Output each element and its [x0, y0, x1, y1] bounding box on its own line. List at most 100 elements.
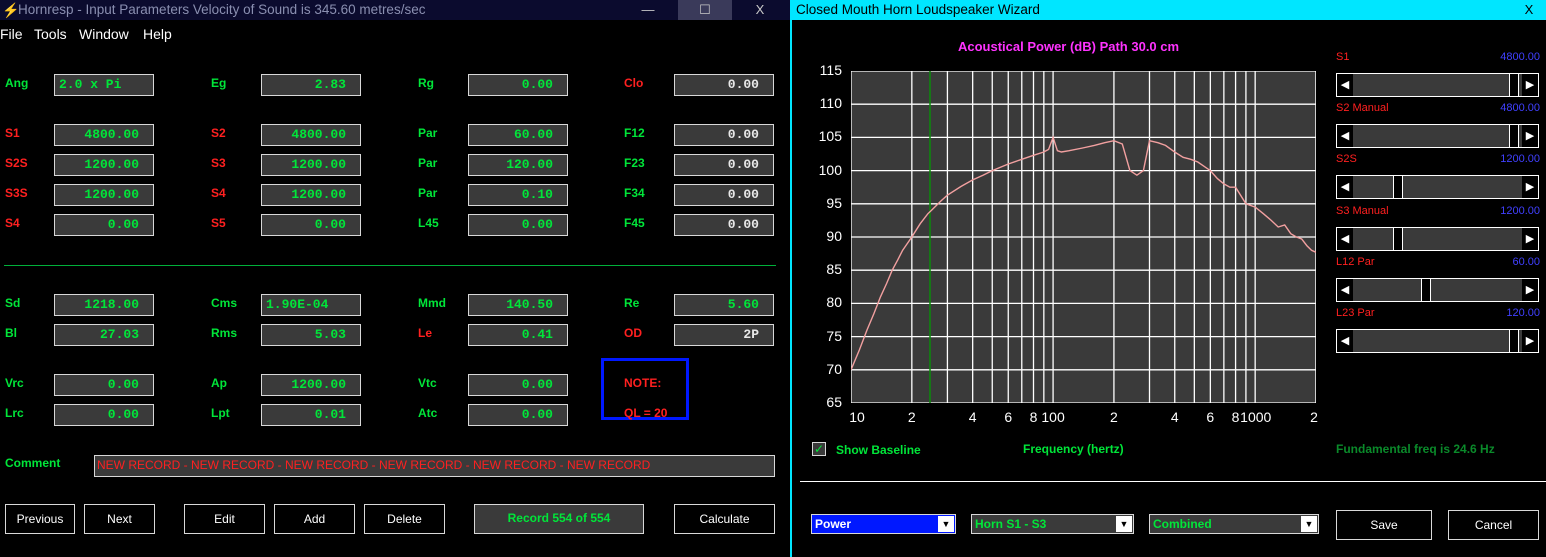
param-label: S2	[211, 126, 226, 140]
x-tick-label: 4	[1170, 409, 1179, 425]
combination-dropdown[interactable]: Combined ▼	[1149, 514, 1319, 534]
delete-button[interactable]: Delete	[364, 504, 445, 534]
horn-segment-dropdown[interactable]: Horn S1 - S3 ▼	[971, 514, 1134, 534]
slider-thumb[interactable]	[1421, 279, 1432, 301]
calculate-button[interactable]: Calculate	[674, 504, 775, 534]
param-label: Sd	[5, 296, 21, 310]
param-field-f12[interactable]: 0.00	[674, 124, 774, 146]
param-field-sd[interactable]: 1218.00	[54, 294, 154, 316]
save-button[interactable]: Save	[1336, 510, 1432, 540]
param-field-re[interactable]: 5.60	[674, 294, 774, 316]
param-label: Cms	[211, 296, 238, 310]
param-field-ap[interactable]: 1200.00	[261, 374, 361, 396]
param-field-par1[interactable]: 60.00	[468, 124, 568, 146]
param-field-s3s[interactable]: 1200.00	[54, 184, 154, 206]
param-field-f45[interactable]: 0.00	[674, 214, 774, 236]
edit-button[interactable]: Edit	[184, 504, 265, 534]
chevron-right-icon[interactable]: ▶	[1522, 176, 1538, 198]
chevron-left-icon[interactable]: ◀	[1337, 176, 1353, 198]
param-field-s2s[interactable]: 1200.00	[54, 154, 154, 176]
show-baseline-checkbox[interactable]: ✓	[812, 442, 826, 456]
param-field-s3[interactable]: 1200.00	[261, 154, 361, 176]
slider-track[interactable]: ◀ ▶	[1336, 227, 1539, 251]
chevron-left-icon[interactable]: ◀	[1337, 74, 1353, 96]
next-button[interactable]: Next	[84, 504, 155, 534]
param-field-s1[interactable]: 4800.00	[54, 124, 154, 146]
chevron-down-icon[interactable]: ▼	[1116, 516, 1132, 532]
param-field-mmd[interactable]: 140.50	[468, 294, 568, 316]
slider-track[interactable]: ◀ ▶	[1336, 278, 1539, 302]
param-field-s4b[interactable]: 0.00	[54, 214, 154, 236]
param-field-par3[interactable]: 0.10	[468, 184, 568, 206]
chevron-left-icon[interactable]: ◀	[1337, 228, 1353, 250]
param-field-f23[interactable]: 0.00	[674, 154, 774, 176]
previous-button[interactable]: Previous	[5, 504, 75, 534]
maximize-button[interactable]: ☐	[678, 0, 732, 20]
menu-tools[interactable]: Tools	[34, 26, 67, 42]
menu-help[interactable]: Help	[143, 26, 172, 42]
param-field-le[interactable]: 0.41	[468, 324, 568, 346]
slider-label: S3 Manual	[1336, 205, 1389, 217]
output-type-dropdown[interactable]: Power ▼	[811, 514, 956, 534]
add-button[interactable]: Add	[274, 504, 355, 534]
param-field-cms[interactable]: 1.90E-04	[261, 294, 361, 316]
x-tick-label: 100	[1041, 409, 1065, 425]
slider-thumb[interactable]	[1392, 228, 1403, 250]
divider	[800, 481, 1546, 482]
param-field-par2[interactable]: 120.00	[468, 154, 568, 176]
chevron-down-icon[interactable]: ▼	[938, 516, 954, 532]
chevron-right-icon[interactable]: ▶	[1522, 125, 1538, 147]
close-button[interactable]: X	[738, 0, 782, 20]
param-field-bl[interactable]: 27.03	[54, 324, 154, 346]
chevron-right-icon[interactable]: ▶	[1522, 228, 1538, 250]
param-field-lpt[interactable]: 0.01	[261, 404, 361, 426]
param-field-s5[interactable]: 0.00	[261, 214, 361, 236]
param-field-l45[interactable]: 0.00	[468, 214, 568, 236]
dropdown-value: Horn S1 - S3	[975, 517, 1047, 531]
param-label: Rms	[211, 326, 238, 340]
slider-thumb[interactable]	[1508, 330, 1519, 352]
slider-thumb[interactable]	[1508, 74, 1519, 96]
chevron-down-icon[interactable]: ▼	[1301, 516, 1317, 532]
param-field-rms[interactable]: 5.03	[261, 324, 361, 346]
slider-track[interactable]: ◀ ▶	[1336, 124, 1539, 148]
show-baseline-label[interactable]: Show Baseline	[836, 443, 921, 457]
param-field-vrc[interactable]: 0.00	[54, 374, 154, 396]
chevron-right-icon[interactable]: ▶	[1522, 74, 1538, 96]
minimize-button[interactable]: —	[626, 0, 670, 20]
chevron-left-icon[interactable]: ◀	[1337, 330, 1353, 352]
param-field-s2[interactable]: 4800.00	[261, 124, 361, 146]
x-axis-label: Frequency (hertz)	[1023, 442, 1124, 456]
y-tick-label: 65	[826, 394, 842, 410]
chevron-left-icon[interactable]: ◀	[1337, 125, 1353, 147]
comment-field[interactable]: NEW RECORD - NEW RECORD - NEW RECORD - N…	[94, 455, 775, 477]
param-field-vtc[interactable]: 0.00	[468, 374, 568, 396]
slider-track[interactable]: ◀ ▶	[1336, 329, 1539, 353]
slider-track[interactable]: ◀ ▶	[1336, 73, 1539, 97]
note-title: NOTE:	[624, 376, 662, 390]
close-button[interactable]: X	[1512, 0, 1546, 20]
chevron-left-icon[interactable]: ◀	[1337, 279, 1353, 301]
cancel-button[interactable]: Cancel	[1448, 510, 1539, 540]
param-field-rg[interactable]: 0.00	[468, 74, 568, 96]
param-field-f34[interactable]: 0.00	[674, 184, 774, 206]
slider-value: 1200.00	[1500, 205, 1540, 217]
menu-file[interactable]: File	[0, 26, 23, 42]
param-field-od[interactable]: 2P	[674, 324, 774, 346]
param-field-ang[interactable]: 2.0 x Pi	[54, 74, 154, 96]
slider-thumb[interactable]	[1508, 125, 1519, 147]
param-label: S2S	[5, 156, 28, 170]
slider-thumb[interactable]	[1392, 176, 1403, 198]
title-bar: ⚡ Hornresp - Input Parameters Velocity o…	[0, 0, 790, 20]
chevron-right-icon[interactable]: ▶	[1522, 279, 1538, 301]
param-field-atc[interactable]: 0.00	[468, 404, 568, 426]
param-field-s4[interactable]: 1200.00	[261, 184, 361, 206]
param-field-lrc[interactable]: 0.00	[54, 404, 154, 426]
param-field-clo[interactable]: 0.00	[674, 74, 774, 96]
param-label: Par	[418, 186, 438, 200]
slider-track[interactable]: ◀ ▶	[1336, 175, 1539, 199]
chevron-right-icon[interactable]: ▶	[1522, 330, 1538, 352]
menu-window[interactable]: Window	[79, 26, 129, 42]
y-tick-label: 100	[818, 161, 842, 178]
param-field-eg[interactable]: 2.83	[261, 74, 361, 96]
